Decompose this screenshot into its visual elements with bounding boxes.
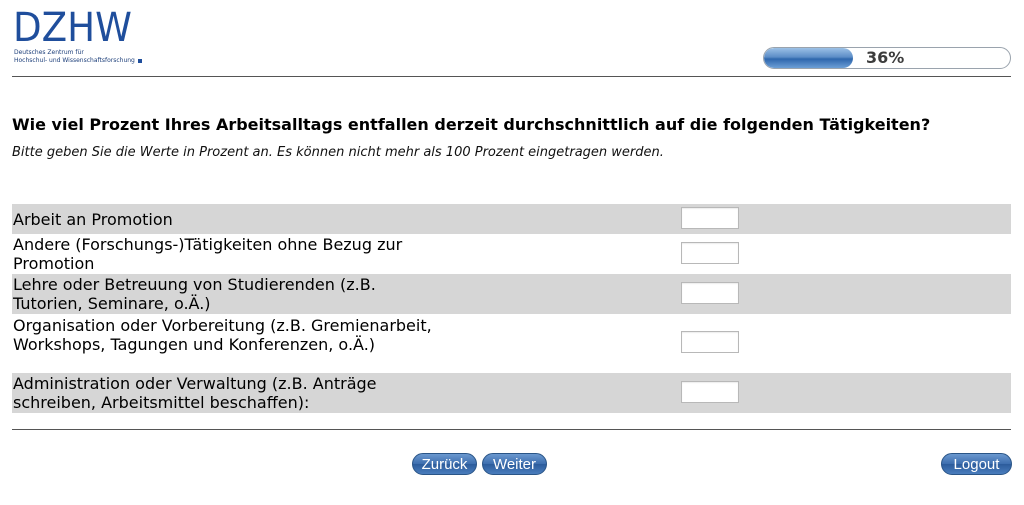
item-row-organisation: Organisation oder Vorbereitung (z.B. Gre… xyxy=(12,314,1011,373)
logo-square-icon xyxy=(137,58,142,63)
items-table: Arbeit an Promotion Andere (Forschungs-)… xyxy=(12,204,1011,413)
logo-wordmark: DZHW xyxy=(13,5,132,51)
percent-input-other-research[interactable] xyxy=(681,242,739,264)
item-label: Lehre oder Betreuung von Studierenden (z… xyxy=(13,275,376,313)
next-button[interactable]: Weiter xyxy=(482,453,547,475)
logout-button[interactable]: Logout xyxy=(941,453,1012,475)
progress-bar: 36% xyxy=(763,47,1011,69)
item-row-administration: Administration oder Verwaltung (z.B. Ant… xyxy=(12,373,1011,413)
item-row-teaching: Lehre oder Betreuung von Studierenden (z… xyxy=(12,274,1011,314)
dzhw-logo: DZHW Deutsches Zentrum für Hochschul- un… xyxy=(13,8,148,70)
percent-input-promotion[interactable] xyxy=(681,207,739,229)
footer-divider xyxy=(12,429,1011,430)
header-divider xyxy=(12,76,1011,77)
percent-input-teaching[interactable] xyxy=(681,282,739,304)
logo-subtitle-line1: Deutsches Zentrum für xyxy=(14,49,84,56)
item-row-other-research: Andere (Forschungs-)Tätigkeiten ohne Bez… xyxy=(12,234,1011,274)
question-title: Wie viel Prozent Ihres Arbeitsalltags en… xyxy=(12,115,931,134)
item-row-promotion: Arbeit an Promotion xyxy=(12,204,1011,234)
percent-input-organisation[interactable] xyxy=(681,331,739,353)
item-label: Arbeit an Promotion xyxy=(13,210,173,229)
item-label: Andere (Forschungs-)Tätigkeiten ohne Bez… xyxy=(13,235,403,273)
question-instruction: Bitte geben Sie die Werte in Prozent an.… xyxy=(12,145,664,160)
progress-fill xyxy=(764,48,853,68)
item-label: Organisation oder Vorbereitung (z.B. Gre… xyxy=(13,316,432,354)
item-label: Administration oder Verwaltung (z.B. Ant… xyxy=(13,374,377,412)
logo-subtitle-line2: Hochschul- und Wissenschaftsforschung xyxy=(14,57,142,65)
logo-subtitle: Deutsches Zentrum für Hochschul- und Wis… xyxy=(14,49,142,65)
progress-label: 36% xyxy=(866,48,905,67)
percent-input-administration[interactable] xyxy=(681,381,739,403)
back-button[interactable]: Zurück xyxy=(412,453,477,475)
